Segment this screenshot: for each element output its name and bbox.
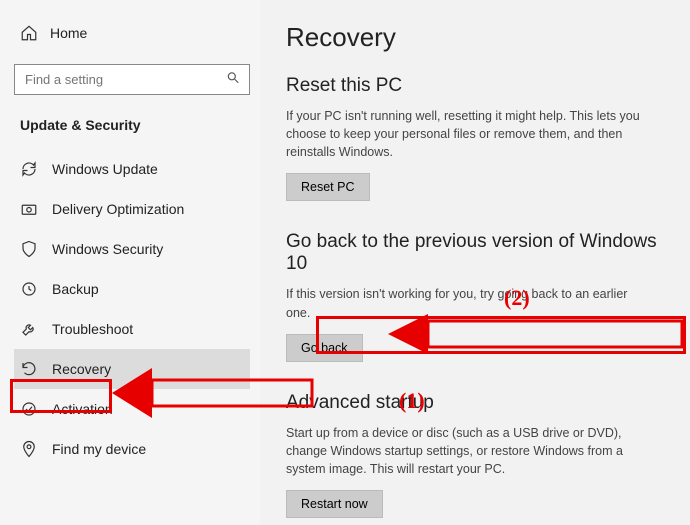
nav-label: Troubleshoot: [52, 321, 133, 337]
delivery-icon: [20, 200, 38, 218]
recovery-icon: [20, 360, 38, 378]
nav-label: Recovery: [52, 361, 111, 377]
location-icon: [20, 440, 38, 458]
nav-home-label: Home: [50, 25, 87, 41]
nav-label: Windows Update: [52, 161, 158, 177]
home-icon: [20, 24, 38, 42]
advanced-heading: Advanced startup: [286, 392, 664, 414]
reset-pc-button[interactable]: Reset PC: [286, 173, 370, 201]
nav-label: Windows Security: [52, 241, 163, 257]
goback-body: If this version isn't working for you, t…: [286, 285, 646, 321]
nav-recovery[interactable]: Recovery: [14, 349, 250, 389]
nav-home[interactable]: Home: [14, 18, 250, 48]
nav-label: Backup: [52, 281, 99, 297]
reset-section: Reset this PC If your PC isn't running w…: [286, 75, 664, 201]
search-container: [14, 64, 250, 95]
reset-heading: Reset this PC: [286, 75, 664, 97]
nav-troubleshoot[interactable]: Troubleshoot: [14, 309, 250, 349]
nav-backup[interactable]: Backup: [14, 269, 250, 309]
nav-activation[interactable]: Activation: [14, 389, 250, 429]
shield-icon: [20, 240, 38, 258]
wrench-icon: [20, 320, 38, 338]
restart-now-button[interactable]: Restart now: [286, 490, 383, 518]
search-icon: [226, 70, 240, 89]
page-title: Recovery: [286, 22, 664, 53]
section-label: Update & Security: [14, 117, 250, 133]
go-back-button[interactable]: Go back: [286, 334, 363, 362]
goback-section: Go back to the previous version of Windo…: [286, 231, 664, 361]
settings-sidebar: Home Update & Security Windows Update De…: [0, 0, 260, 525]
nav-windows-update[interactable]: Windows Update: [14, 149, 250, 189]
nav-label: Find my device: [52, 441, 146, 457]
reset-body: If your PC isn't running well, resetting…: [286, 107, 646, 161]
nav-label: Delivery Optimization: [52, 201, 184, 217]
nav-label: Activation: [52, 401, 113, 417]
advanced-body: Start up from a device or disc (such as …: [286, 424, 646, 478]
search-input[interactable]: [14, 64, 250, 95]
goback-heading: Go back to the previous version of Windo…: [286, 231, 664, 275]
nav-windows-security[interactable]: Windows Security: [14, 229, 250, 269]
advanced-section: Advanced startup Start up from a device …: [286, 392, 664, 518]
sync-icon: [20, 160, 38, 178]
backup-icon: [20, 280, 38, 298]
nav-find-my-device[interactable]: Find my device: [14, 429, 250, 469]
nav-delivery-optimization[interactable]: Delivery Optimization: [14, 189, 250, 229]
activation-icon: [20, 400, 38, 418]
content-pane: Recovery Reset this PC If your PC isn't …: [260, 0, 690, 525]
